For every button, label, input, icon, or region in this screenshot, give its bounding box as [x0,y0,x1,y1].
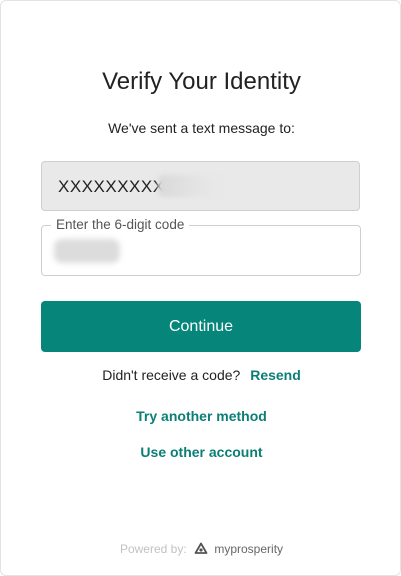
verification-card: Verify Your Identity We've sent a text m… [0,0,401,576]
phone-number-display: XXXXXXXXX [41,161,360,211]
phone-number-redaction [158,175,220,197]
try-another-method-link[interactable]: Try another method [1,407,401,425]
sent-message-text: We've sent a text message to: [108,120,295,136]
myprosperity-logo-icon [194,542,208,560]
page-title: Verify Your Identity [102,68,301,95]
resend-link[interactable]: Resend [250,367,301,383]
use-other-account-link[interactable]: Use other account [1,443,401,461]
resend-row: Didn't receive a code? Resend [1,366,401,384]
masked-phone-number: XXXXXXXXX [58,177,165,196]
powered-by-label: Powered by: [119,542,187,556]
code-field-label: Enter the 6-digit code [51,217,190,233]
powered-by-footer: Powered by: myprosperity [1,541,401,560]
code-value-redaction [54,239,120,263]
resend-prompt: Didn't receive a code? [102,367,241,383]
brand-name: myprosperity [214,542,284,556]
verification-code-input[interactable]: Enter the 6-digit code [41,217,361,276]
continue-button[interactable]: Continue [41,301,361,352]
